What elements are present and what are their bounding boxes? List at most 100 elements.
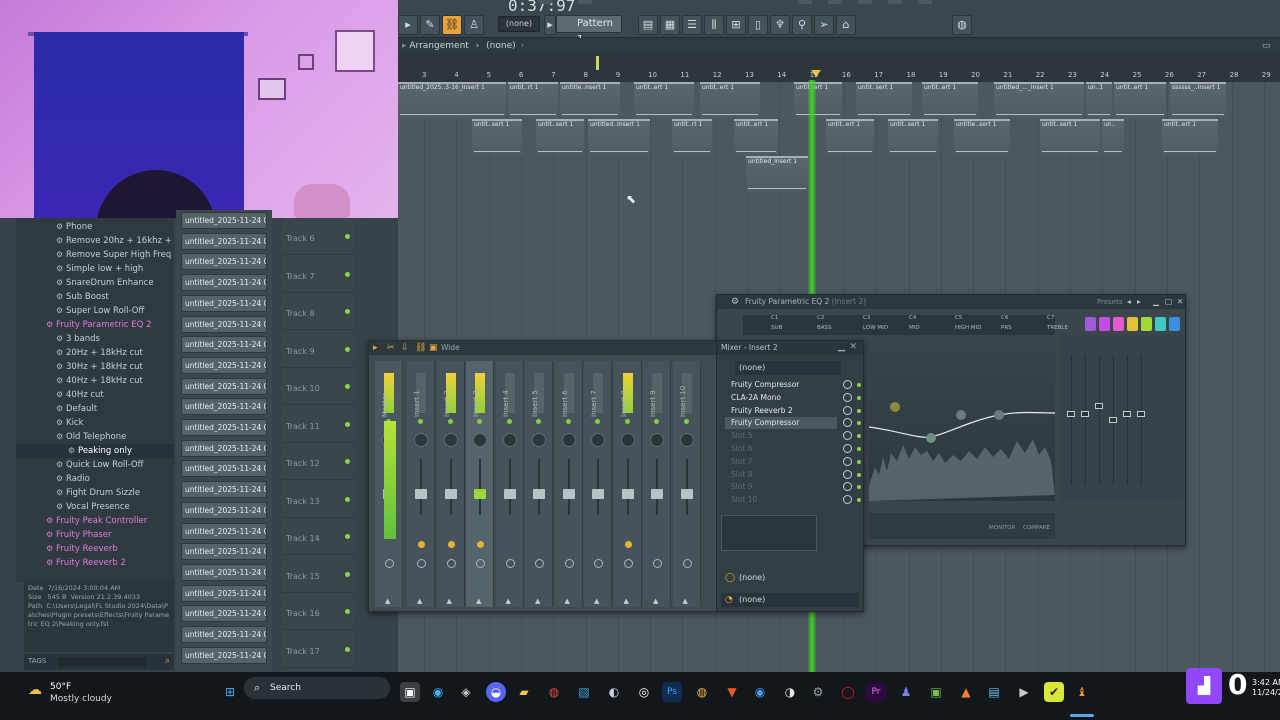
insert-strip[interactable]: Insert 8 ▲ bbox=[613, 361, 642, 607]
slot-mix-knob[interactable] bbox=[843, 418, 852, 428]
slot-enable-led[interactable] bbox=[857, 498, 861, 503]
send-arrow-icon[interactable]: ▲ bbox=[594, 597, 599, 605]
master-strip[interactable]: Master ▲ bbox=[375, 361, 403, 607]
stereo-knob[interactable] bbox=[505, 559, 515, 568]
playlist-icon[interactable]: ▤ bbox=[638, 15, 658, 35]
effect-slot[interactable]: Slot 10 bbox=[725, 494, 837, 506]
tempo-icon[interactable]: ⚲ bbox=[792, 15, 812, 35]
insert-strip[interactable]: Insert 5 ▲ bbox=[525, 361, 553, 607]
toolbar-top-button[interactable] bbox=[918, 0, 932, 4]
channel-rack-icon[interactable]: ☰ bbox=[682, 15, 702, 35]
sample-item[interactable]: untitled_2025-11-24 01- bbox=[181, 605, 267, 623]
track-header[interactable]: Track 13 bbox=[282, 481, 354, 518]
sample-item[interactable]: untitled_2025-11-24 01- bbox=[181, 626, 267, 643]
audio-clip[interactable]: untit..ert 1 bbox=[794, 82, 842, 118]
sample-item[interactable]: untitled_2025-11-24 00- bbox=[181, 212, 267, 229]
timeline-ruler[interactable]: 3 4 5 6 7 8 9 10 11 12 13 14 15 16 17 18 19 20 21 22 23 24 25 2… bbox=[398, 54, 1280, 82]
band-color-button[interactable] bbox=[1141, 317, 1152, 331]
slot-enable-led[interactable] bbox=[857, 383, 861, 387]
sample-item[interactable]: untitled_2025-11-24 01- bbox=[181, 584, 267, 602]
volume-fader[interactable] bbox=[415, 489, 427, 499]
track-mute-led[interactable] bbox=[345, 459, 350, 464]
audio-clip[interactable]: untitled..Insert 1 bbox=[588, 119, 650, 155]
eq-node[interactable] bbox=[956, 410, 966, 420]
audio-clip[interactable]: un.. bbox=[1102, 119, 1124, 155]
slot-mix-knob[interactable] bbox=[843, 469, 852, 479]
effect-slot[interactable]: CLA-2A Mono bbox=[725, 392, 837, 404]
eq-band-label[interactable]: C6 bbox=[1001, 315, 1008, 321]
edge-icon[interactable]: ◉ bbox=[428, 682, 448, 702]
effect-slot[interactable]: Slot 7 bbox=[725, 456, 837, 468]
effect-slot[interactable]: Slot 6 bbox=[725, 443, 837, 455]
view-icon[interactable]: ▣ bbox=[429, 343, 439, 353]
file-icon[interactable]: ▯ bbox=[748, 15, 768, 35]
premiere-icon[interactable]: Pr bbox=[866, 682, 886, 702]
start-icon[interactable]: ⊞ bbox=[220, 682, 240, 702]
eq-node[interactable] bbox=[926, 433, 936, 443]
stereo-knob[interactable] bbox=[476, 559, 485, 568]
input-select[interactable]: ◯ (none) bbox=[721, 571, 859, 585]
window-menu-icon[interactable]: ▭ bbox=[1262, 40, 1274, 52]
sample-item[interactable]: untitled_2025-11-24 01- bbox=[181, 460, 267, 478]
browser-preset-item[interactable]: ⚙ 30Hz + 18kHz cut bbox=[16, 360, 174, 374]
slot-enable-led[interactable] bbox=[857, 421, 861, 426]
band-fader-handle[interactable] bbox=[1081, 411, 1089, 417]
sample-item[interactable]: untitled_2025-11-24 00- bbox=[181, 377, 267, 395]
volume-fader[interactable] bbox=[680, 489, 693, 499]
gear-icon[interactable]: ⚙ bbox=[731, 296, 743, 308]
pattern-selector[interactable]: Pattern 1 bbox=[556, 15, 622, 45]
strip-mute-led[interactable] bbox=[654, 419, 659, 424]
eq-node[interactable] bbox=[890, 402, 900, 412]
link-icon[interactable]: ⛓ bbox=[442, 15, 462, 35]
band-color-button[interactable] bbox=[1127, 317, 1138, 331]
piano-roll-icon[interactable]: ▦ bbox=[660, 15, 680, 35]
track-mute-led[interactable] bbox=[345, 571, 350, 577]
track-header[interactable]: Track 15 bbox=[282, 556, 354, 593]
route-indicator[interactable] bbox=[418, 541, 425, 548]
volume-fader[interactable] bbox=[562, 489, 575, 499]
band-fader-handle[interactable] bbox=[1137, 411, 1145, 417]
pan-knob[interactable] bbox=[650, 433, 664, 447]
strip-mute-led[interactable] bbox=[506, 419, 512, 424]
stamp-icon[interactable]: ♙ bbox=[464, 15, 484, 35]
track-mute-led[interactable] bbox=[345, 271, 350, 277]
pan-knob[interactable] bbox=[443, 433, 458, 447]
minimize-icon[interactable]: ▁ bbox=[838, 342, 845, 352]
send-arrow-icon[interactable]: ▲ bbox=[476, 597, 481, 605]
audio-clip[interactable]: untitled_Insert 1 bbox=[746, 156, 808, 192]
audio-clip[interactable]: untit..rt 1 bbox=[508, 82, 558, 118]
route-indicator[interactable] bbox=[477, 541, 484, 548]
stereo-knob[interactable] bbox=[446, 559, 456, 568]
next-preset-icon[interactable]: ▸ bbox=[1137, 295, 1141, 309]
stereo-knob[interactable] bbox=[564, 559, 574, 568]
audio-clip[interactable]: untit..rt 1 bbox=[672, 119, 712, 155]
sample-item[interactable]: untitled_2025-11-24 01- bbox=[181, 501, 267, 519]
draw-tool-icon[interactable]: ✎ bbox=[420, 15, 440, 35]
track-header[interactable]: Track 10 bbox=[282, 368, 354, 405]
band-color-button[interactable] bbox=[1155, 317, 1166, 331]
browser-plugin-item[interactable]: ⚙ Fruity Reeverb bbox=[16, 542, 174, 556]
eq-band-label[interactable]: LOW MID bbox=[863, 325, 888, 331]
slot-enable-led[interactable] bbox=[857, 395, 861, 400]
track-header[interactable]: Track 8 bbox=[282, 293, 354, 330]
steam-icon[interactable]: ◐ bbox=[604, 682, 624, 702]
audio-clip[interactable]: untit..ert 1 bbox=[734, 119, 778, 155]
sample-item[interactable]: untitled_2025-11-24 01- bbox=[181, 439, 267, 457]
monitor-label[interactable]: MONITOR bbox=[989, 525, 1015, 531]
slot-enable-led[interactable] bbox=[857, 472, 861, 477]
strip-mute-led[interactable] bbox=[536, 419, 541, 424]
strip-mute-led[interactable] bbox=[418, 419, 423, 424]
sample-item[interactable]: untitled_2025-11-24 00- bbox=[181, 232, 267, 250]
browser-preset-item[interactable]: ⚙ SnareDrum Enhance bbox=[16, 276, 174, 290]
weather-widget[interactable]: ☁ 50°F Mostly cloudy bbox=[28, 680, 118, 712]
browser-preset-item[interactable]: ⚙ Default bbox=[16, 402, 174, 416]
eq-band-label[interactable]: C5 bbox=[955, 315, 962, 321]
audio-clip[interactable]: untitled_2025..3-16_Insert 1 bbox=[398, 82, 506, 118]
arrow-icon[interactable]: ▸ bbox=[373, 343, 383, 353]
obs-icon[interactable]: ◎ bbox=[634, 682, 654, 702]
insert-preset-select[interactable]: (none) bbox=[735, 361, 841, 375]
volume-fader[interactable] bbox=[621, 489, 634, 499]
send-arrow-icon[interactable]: ▲ bbox=[385, 597, 390, 605]
volume-fader[interactable] bbox=[503, 489, 516, 499]
store-icon[interactable]: ⌂ bbox=[836, 15, 856, 35]
